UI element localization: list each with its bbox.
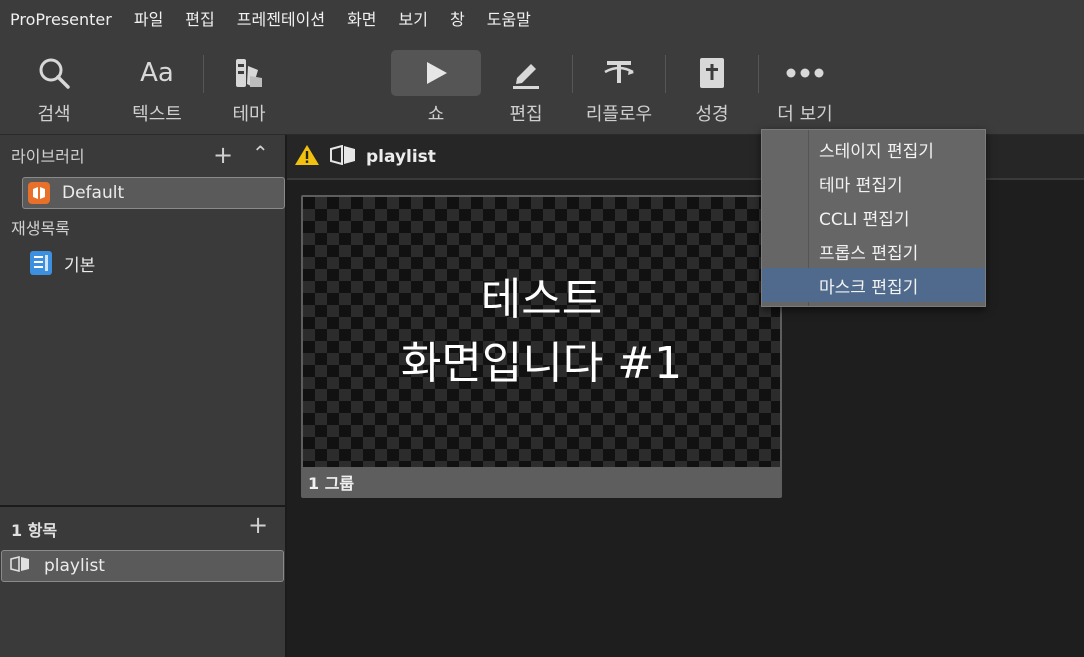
slide-thumbnail[interactable]: 테스트 화면입니다 #1 1 그룹 [301,195,782,498]
playlist-icon [30,251,52,275]
library-sidebar: 라이브러리 + ⌃ Default 재생목록 기본 1 항목 + playlis… [0,135,287,657]
presentation-icon [330,144,356,169]
menu-window[interactable]: 창 [439,0,476,40]
menu-item-theme-editor[interactable]: 테마 편집기 [762,166,985,200]
playlists-title: 재생목록 [11,219,70,238]
propresenter-window: ProPresenter 파일 편집 프레젠테이션 화면 보기 창 도움말 검색… [0,0,1084,657]
toolbar-edit-button[interactable]: 편집 [481,50,571,130]
menu-presentation[interactable]: 프레젠테이션 [226,0,336,40]
toolbar-separator [758,55,759,93]
playlist-item-label: 기본 [64,255,96,276]
add-library-button[interactable]: + [213,141,233,169]
slide-label: 1 그룹 [303,467,780,496]
toolbar-edit-label: 편집 [509,104,543,125]
reflow-icon [574,50,664,96]
slide-canvas: 테스트 화면입니다 #1 [303,197,780,467]
toolbar-theme-button[interactable]: 테마 [204,50,294,130]
toolbar-more-button[interactable]: 더 보기 [760,50,850,130]
toolbar-show-button[interactable]: 쇼 [391,50,481,130]
library-header: 라이브러리 + ⌃ [0,135,285,175]
library-item-default[interactable]: Default [22,177,285,209]
pencil-icon [481,50,571,96]
bible-icon [667,50,757,96]
menubar: ProPresenter 파일 편집 프레젠테이션 화면 보기 창 도움말 [0,0,1084,40]
theme-icon [204,50,294,96]
toolbar-search-button[interactable]: 검색 [9,50,99,130]
toolbar-more-label: 더 보기 [777,104,833,125]
toolbar-search-label: 검색 [37,104,71,125]
more-icon [760,50,850,96]
playlist-items-panel: 1 항목 + playlist [0,505,285,657]
text-aa-icon: Aa [140,58,174,88]
toolbar-bible-button[interactable]: 성경 [667,50,757,130]
item-count-title: 1 항목 [11,521,58,540]
menu-item-ccli-editor[interactable]: CCLI 편집기 [762,200,985,234]
list-item-label: playlist [44,556,105,576]
menu-help[interactable]: 도움말 [476,0,542,40]
toolbar: 검색 Aa 텍스트 테마 쇼 편집 리플로우 성경 더 보기 [0,40,1084,135]
toolbar-separator [572,55,573,93]
menu-app[interactable]: ProPresenter [0,0,123,40]
toolbar-bible-label: 성경 [695,104,729,125]
toolbar-reflow-button[interactable]: 리플로우 [574,50,664,130]
menu-item-mask-editor[interactable]: 마스크 편집기 [762,268,985,302]
library-icon [28,182,50,204]
toolbar-text-label: 텍스트 [132,104,182,125]
slide-text-line2: 화면입니다 #1 [400,338,683,389]
menu-view[interactable]: 보기 [388,0,439,40]
menu-edit[interactable]: 편집 [174,0,225,40]
menu-item-props-editor[interactable]: 프롭스 편집기 [762,234,985,268]
presentation-icon [10,555,30,577]
slide-text-line1: 테스트 [480,274,603,325]
collapse-icon[interactable]: ⌃ [252,141,269,165]
presentation-title: playlist [366,146,436,167]
more-dropdown-menu: 스테이지 편집기 테마 편집기 CCLI 편집기 프롭스 편집기 마스크 편집기 [761,129,986,307]
list-item-playlist[interactable]: playlist [1,550,284,582]
library-title: 라이브러리 [11,147,85,166]
menu-item-stage-editor[interactable]: 스테이지 편집기 [762,132,985,166]
menu-screen[interactable]: 화면 [336,0,387,40]
toolbar-show-label: 쇼 [427,104,445,125]
toolbar-text-button[interactable]: Aa 텍스트 [112,50,202,130]
play-icon [391,50,481,96]
toolbar-theme-label: 테마 [232,104,266,125]
menu-file[interactable]: 파일 [123,0,174,40]
toolbar-separator [665,55,666,93]
search-icon [9,50,99,96]
library-item-label: Default [62,183,125,203]
toolbar-reflow-label: 리플로우 [585,104,653,125]
playlist-item-basic[interactable]: 기본 [30,249,95,277]
warning-icon[interactable] [294,143,320,171]
add-item-button[interactable]: + [248,511,268,539]
